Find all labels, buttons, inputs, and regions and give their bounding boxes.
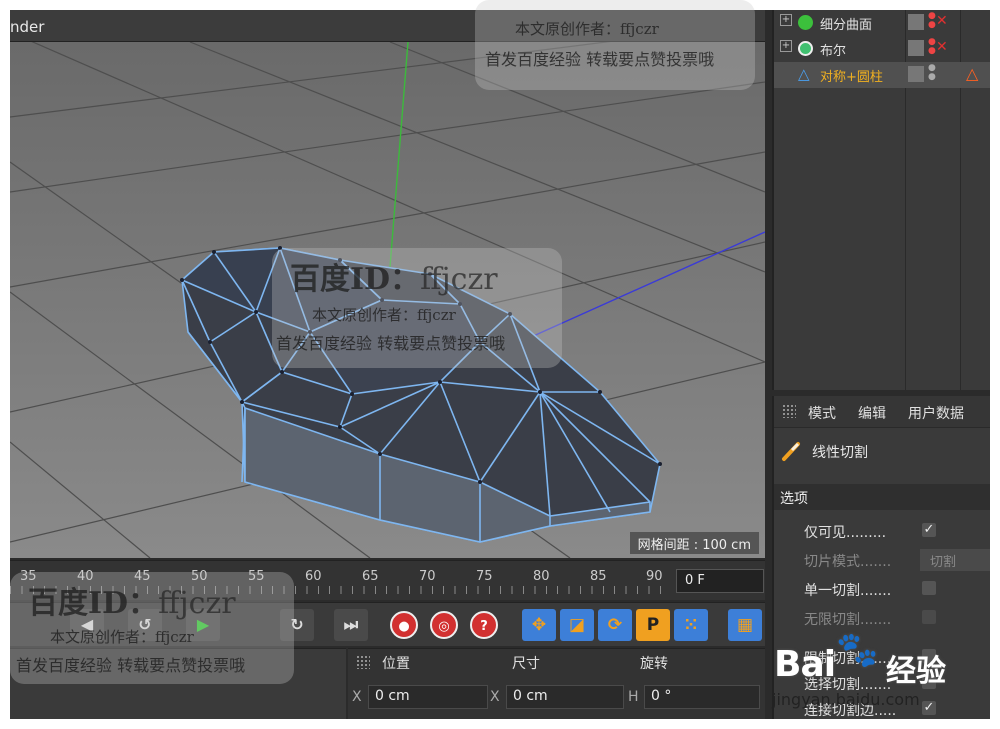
tick-label: 70: [419, 569, 436, 584]
tick-label: 60: [305, 569, 322, 584]
option-label: 仅可见.........: [804, 525, 887, 541]
attribute-menu-bar: 模式 编辑 用户数据: [774, 396, 990, 428]
tick-label: 45: [134, 569, 151, 584]
expand-icon[interactable]: +: [780, 14, 792, 26]
option-visible-only[interactable]: 仅可见......... ✓: [804, 520, 990, 542]
knife-icon: [782, 442, 800, 461]
viewport-title-bar: nder: [10, 10, 765, 42]
grip-icon[interactable]: [782, 404, 796, 418]
visibility-dots-icon[interactable]: ● ●: [928, 64, 936, 82]
object-name[interactable]: 布尔: [820, 40, 846, 59]
visibility-icon[interactable]: [908, 66, 924, 82]
object-row-subdivision[interactable]: + 细分曲面 ● ● ✕: [774, 10, 990, 36]
size-header: 尺寸: [512, 656, 540, 672]
tick-label: 65: [362, 569, 379, 584]
rotation-header: 旋转: [640, 656, 668, 672]
warning-icon[interactable]: △: [966, 64, 978, 83]
option-single-cut[interactable]: 单一切割.......: [804, 578, 990, 600]
paw-icon: 🐾: [836, 630, 879, 670]
rotation-h-field[interactable]: 0 °: [644, 685, 760, 709]
baidu-logo-text: Bai: [774, 644, 836, 685]
timeline-ruler[interactable]: [10, 586, 670, 594]
tick-label: 40: [77, 569, 94, 584]
option-infinite-cut[interactable]: 无限切割.......: [804, 607, 990, 629]
axis-label: H: [628, 689, 639, 705]
step-back-button[interactable]: ◀: [70, 609, 104, 641]
tick-label: 55: [248, 569, 265, 584]
point-level-button[interactable]: ⁙: [674, 609, 708, 641]
object-row-symmetry-cylinder[interactable]: △ 对称+圆柱 ● ● △: [774, 62, 990, 88]
baidu-jingyan-logo: Bai 🐾 经验 jingyan.baidu.com: [768, 630, 988, 716]
visibility-dots-icon[interactable]: ● ●: [928, 12, 936, 30]
position-x-field[interactable]: 0 cm: [368, 685, 488, 709]
viewport-scene: [10, 42, 765, 558]
scale-key-button[interactable]: ◪: [560, 609, 594, 641]
slice-mode-dropdown[interactable]: 切割: [920, 549, 990, 571]
tick-label: 85: [590, 569, 607, 584]
record-button[interactable]: ●: [390, 611, 418, 639]
transport-bar: ◀ ↺ ▶ ↻ ⏭ ● ◎ ? ✥ ◪ ⟳ P ⁙ ▦: [10, 602, 765, 646]
option-slice-mode[interactable]: 切片模式....... 切割: [804, 549, 990, 571]
rotate-key-button[interactable]: ⟳: [598, 609, 632, 641]
tool-header: 线性切割: [774, 434, 990, 470]
goto-end-button[interactable]: ⏭: [334, 609, 368, 641]
cycle-button[interactable]: ↻: [280, 609, 314, 641]
play-button[interactable]: ▶: [186, 609, 220, 641]
object-row-boolean[interactable]: + 布尔 ● ● ✕: [774, 36, 990, 62]
object-name[interactable]: 对称+圆柱: [820, 66, 883, 85]
options-section-header[interactable]: 选项: [774, 484, 990, 510]
menu-edit[interactable]: 编辑: [858, 403, 886, 423]
cylinder-icon: △: [798, 65, 810, 83]
subdivision-surface-icon: [798, 15, 813, 30]
expand-icon[interactable]: +: [780, 40, 792, 52]
3d-viewport[interactable]: 网格间距 : 100 cm: [10, 42, 765, 558]
object-manager[interactable]: + 细分曲面 ● ● ✕ + 布尔 ● ● ✕ △ 对称+圆柱 ● ● △: [772, 10, 990, 390]
boolean-icon: [798, 41, 813, 56]
visibility-icon[interactable]: [908, 14, 924, 30]
disable-x-icon[interactable]: ✕: [936, 39, 948, 55]
tick-label: 75: [476, 569, 493, 584]
checkbox[interactable]: [922, 610, 936, 624]
viewport-title: nder: [10, 18, 45, 36]
size-x-field[interactable]: 0 cm: [506, 685, 624, 709]
timeline-window-button[interactable]: ▦: [728, 609, 762, 641]
move-key-button[interactable]: ✥: [522, 609, 556, 641]
grid-spacing-label: 网格间距 : 100 cm: [629, 532, 759, 554]
timeline[interactable]: 35 40 45 50 55 60 65 70 75 80 85 90 0 F: [10, 560, 765, 600]
menu-mode[interactable]: 模式: [808, 403, 836, 423]
disable-x-icon[interactable]: ✕: [936, 13, 948, 29]
axis-label: X: [352, 689, 362, 705]
visibility-icon[interactable]: [908, 40, 924, 56]
checkbox-checked[interactable]: ✓: [922, 523, 936, 537]
material-panel: [10, 648, 346, 719]
grip-icon[interactable]: [356, 655, 370, 669]
menu-user-data[interactable]: 用户数据: [908, 403, 964, 423]
help-record-button[interactable]: ?: [470, 611, 498, 639]
tick-label: 90: [646, 569, 663, 584]
param-key-button[interactable]: P: [636, 609, 670, 641]
checkbox[interactable]: [922, 581, 936, 595]
coordinates-panel: 位置 尺寸 旋转 X 0 cm X 0 cm H 0 °: [348, 648, 765, 719]
object-name[interactable]: 细分曲面: [820, 14, 872, 33]
tool-name: 线性切割: [812, 445, 868, 461]
option-label: 切片模式.......: [804, 554, 892, 570]
autokey-button[interactable]: ◎: [430, 611, 458, 639]
baidu-logo-cn: 经验: [886, 654, 946, 689]
visibility-dots-icon[interactable]: ● ●: [928, 38, 936, 56]
baidu-logo-url: jingyan.baidu.com: [772, 690, 920, 709]
tick-label: 35: [20, 569, 37, 584]
current-frame-field[interactable]: 0 F: [676, 569, 764, 593]
loop-button[interactable]: ↺: [128, 609, 162, 641]
axis-label: X: [490, 689, 500, 705]
c4d-window: nder 网格间距: 100 cm + 细分曲面 ● ● ✕ + 布尔 ● ●…: [10, 10, 990, 719]
position-header: 位置: [382, 656, 410, 672]
option-label: 单一切割.......: [804, 583, 892, 599]
tick-label: 80: [533, 569, 550, 584]
tick-label: 50: [191, 569, 208, 584]
option-label: 无限切割.......: [804, 612, 892, 628]
